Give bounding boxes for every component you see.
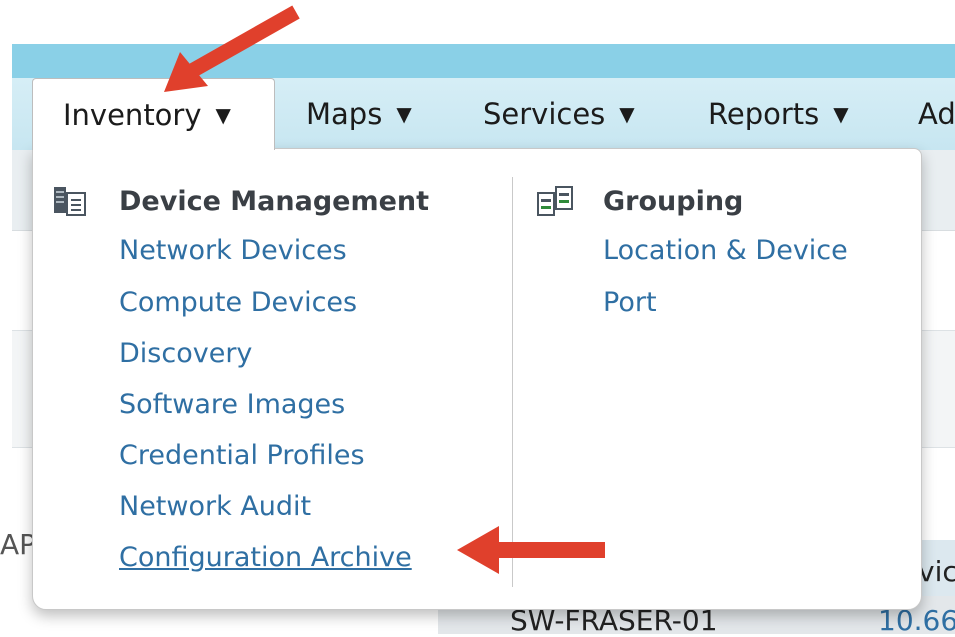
menu-item-network-audit[interactable]: Network Audit (119, 491, 311, 522)
menu-item-port[interactable]: Port (603, 287, 657, 318)
tab-services[interactable]: Services ▼ (483, 78, 635, 150)
dropdown-caret-icon: ▼ (396, 102, 412, 126)
truncated-label: AP (0, 528, 37, 561)
grouping-heading: Grouping (537, 185, 743, 217)
tab-maps[interactable]: Maps ▼ (306, 78, 412, 150)
tab-label: Inventory (63, 97, 202, 132)
tab-label: Services (483, 97, 606, 131)
device-management-heading: Device Management (53, 185, 429, 217)
tab-reports[interactable]: Reports ▼ (708, 78, 849, 150)
tab-label: Maps (306, 97, 383, 131)
tab-label: Reports (708, 97, 820, 131)
menu-item-network-devices[interactable]: Network Devices (119, 235, 347, 266)
menu-item-discovery[interactable]: Discovery (119, 338, 252, 369)
grouping-icon (537, 185, 573, 217)
annotation-arrow-down-left (164, 5, 300, 92)
menu-item-configuration-archive[interactable]: Configuration Archive (119, 542, 412, 573)
dropdown-caret-icon: ▼ (619, 102, 635, 126)
dropdown-caret-icon: ▼ (833, 102, 849, 126)
device-management-icon (53, 185, 89, 217)
section-title: Device Management (119, 185, 430, 217)
tab-label: Ad (918, 97, 955, 131)
menu-item-credential-profiles[interactable]: Credential Profiles (119, 440, 365, 471)
tab-admin[interactable]: Ad (918, 78, 955, 150)
menu-item-compute-devices[interactable]: Compute Devices (119, 287, 357, 318)
section-title: Grouping (603, 185, 744, 217)
annotation-arrow-left (457, 526, 605, 574)
dropdown-caret-icon: ▼ (215, 102, 231, 127)
menu-item-software-images[interactable]: Software Images (119, 389, 345, 420)
menu-item-location-device[interactable]: Location & Device (603, 235, 848, 266)
column-header-fragment: vic (918, 555, 955, 588)
